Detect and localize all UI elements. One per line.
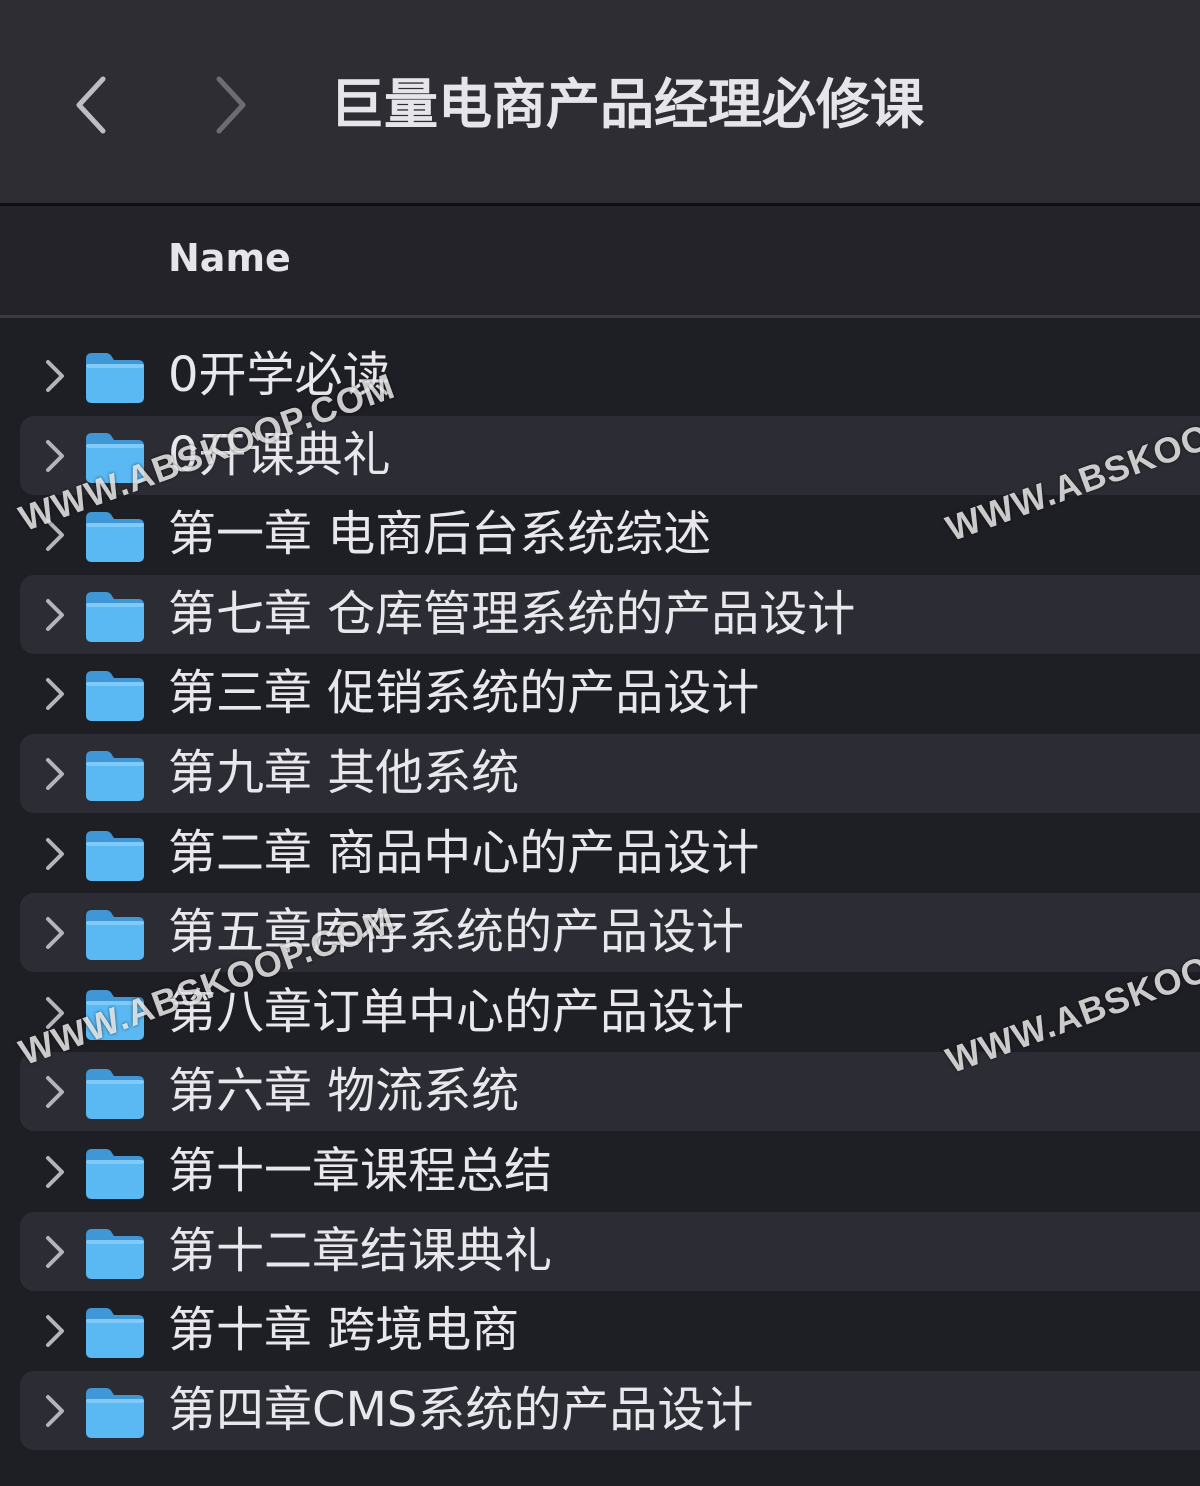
folder-row[interactable]: 第八章订单中心的产品设计 xyxy=(20,973,1200,1052)
chevron-left-icon xyxy=(76,76,106,134)
folder-icon xyxy=(84,667,146,723)
folder-icon xyxy=(84,1145,146,1201)
folder-icon xyxy=(84,747,146,803)
folder-name: 第八章订单中心的产品设计 xyxy=(168,984,745,1040)
window-toolbar: 巨量电商产品经理必修课 xyxy=(0,0,1200,206)
folder-row[interactable]: 第十二章结课典礼 xyxy=(20,1212,1200,1291)
disclosure-chevron-icon[interactable] xyxy=(40,597,70,633)
folder-row[interactable]: 0开课典礼 xyxy=(20,416,1200,495)
disclosure-chevron-icon[interactable] xyxy=(40,1234,70,1270)
chevron-right-icon xyxy=(216,76,246,134)
folder-name: 第五章库存系统的产品设计 xyxy=(168,904,745,960)
column-header: Name xyxy=(0,206,1200,318)
folder-icon xyxy=(84,588,146,644)
folder-name: 第四章CMS系统的产品设计 xyxy=(168,1382,754,1438)
folder-name: 第九章 其他系统 xyxy=(168,745,520,801)
folder-row[interactable]: 第十章 跨境电商 xyxy=(20,1291,1200,1370)
folder-row[interactable]: 第五章库存系统的产品设计 xyxy=(20,893,1200,972)
name-column-header[interactable]: Name xyxy=(168,236,291,280)
disclosure-chevron-icon[interactable] xyxy=(40,438,70,474)
folder-name: 第六章 物流系统 xyxy=(168,1063,520,1119)
folder-row[interactable]: 第六章 物流系统 xyxy=(20,1052,1200,1131)
folder-row[interactable]: 0开学必读 xyxy=(20,336,1200,415)
folder-name: 第七章 仓库管理系统的产品设计 xyxy=(168,586,856,642)
folder-icon xyxy=(84,349,146,405)
folder-icon xyxy=(84,1304,146,1360)
folder-icon xyxy=(84,1065,146,1121)
disclosure-chevron-icon[interactable] xyxy=(40,1074,70,1110)
folder-name: 0开学必读 xyxy=(168,347,391,403)
disclosure-chevron-icon[interactable] xyxy=(40,1313,70,1349)
folder-name: 第十章 跨境电商 xyxy=(168,1302,520,1358)
disclosure-chevron-icon[interactable] xyxy=(40,756,70,792)
disclosure-chevron-icon[interactable] xyxy=(40,358,70,394)
folder-row[interactable]: 第九章 其他系统 xyxy=(20,734,1200,813)
disclosure-chevron-icon[interactable] xyxy=(40,836,70,872)
folder-icon xyxy=(84,508,146,564)
folder-name: 第十二章结课典礼 xyxy=(168,1223,553,1279)
folder-icon xyxy=(84,1225,146,1281)
back-button[interactable] xyxy=(66,70,116,140)
folder-row[interactable]: 第一章 电商后台系统综述 xyxy=(20,495,1200,574)
folder-row[interactable]: 第四章CMS系统的产品设计 xyxy=(20,1371,1200,1450)
folder-row[interactable]: 第十一章课程总结 xyxy=(20,1132,1200,1211)
folder-icon xyxy=(84,906,146,962)
folder-name: 第二章 商品中心的产品设计 xyxy=(168,825,760,881)
forward-button[interactable] xyxy=(206,70,256,140)
folder-row[interactable]: 第三章 促销系统的产品设计 xyxy=(20,654,1200,733)
folder-name: 第十一章课程总结 xyxy=(168,1143,553,1199)
disclosure-chevron-icon[interactable] xyxy=(40,1393,70,1429)
folder-icon xyxy=(84,986,146,1042)
disclosure-chevron-icon[interactable] xyxy=(40,995,70,1031)
disclosure-chevron-icon[interactable] xyxy=(40,1154,70,1190)
disclosure-chevron-icon[interactable] xyxy=(40,676,70,712)
disclosure-chevron-icon[interactable] xyxy=(40,517,70,553)
folder-name: 第三章 促销系统的产品设计 xyxy=(168,665,760,721)
folder-icon xyxy=(84,827,146,883)
folder-name: 0开课典礼 xyxy=(168,427,391,483)
folder-name: 第一章 电商后台系统综述 xyxy=(168,506,712,562)
folder-row[interactable]: 第二章 商品中心的产品设计 xyxy=(20,814,1200,893)
folder-row[interactable]: 第七章 仓库管理系统的产品设计 xyxy=(20,575,1200,654)
window-title: 巨量电商产品经理必修课 xyxy=(330,73,924,136)
folder-icon xyxy=(84,1384,146,1440)
folder-icon xyxy=(84,429,146,485)
disclosure-chevron-icon[interactable] xyxy=(40,915,70,951)
